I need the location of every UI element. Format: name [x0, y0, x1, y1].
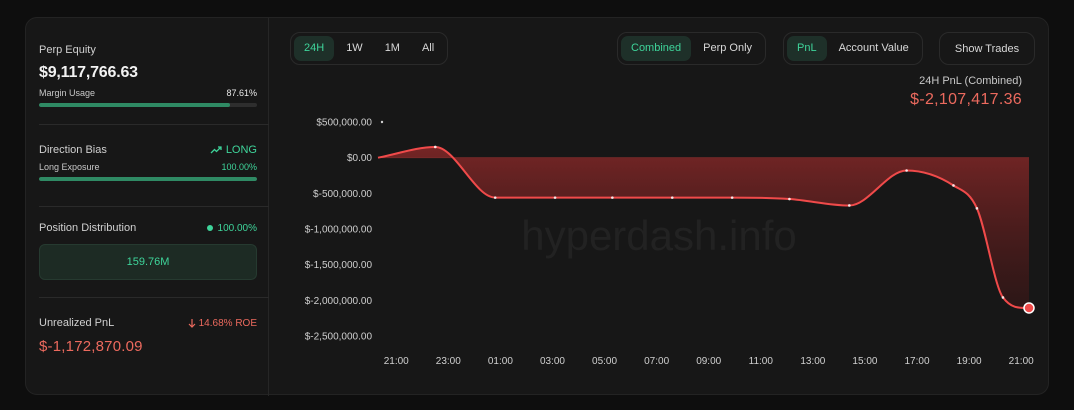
data-point: [433, 145, 437, 149]
y-tick-label: $-2,500,000.00: [305, 332, 373, 343]
pnl-chart[interactable]: hyperdash.info $500,000.00 $0.00 $-500,000…: [26, 18, 1050, 396]
x-tick-label: 23:00: [436, 356, 461, 367]
watermark: hyperdash.info: [521, 212, 797, 259]
x-tick-label: 21:00: [1009, 356, 1034, 367]
x-tick-label: 19:00: [957, 356, 982, 367]
data-point: [670, 196, 674, 199]
x-tick-label: 07:00: [644, 356, 669, 367]
y-tick-label: $-1,500,000.00: [305, 260, 373, 271]
y-tick-label: $-2,000,000.00: [305, 296, 373, 307]
x-tick-label: 03:00: [540, 356, 565, 367]
data-point: [975, 207, 979, 210]
data-point: [730, 196, 734, 199]
x-tick-label: 21:00: [384, 356, 409, 367]
y-tick-label: $-500,000.00: [313, 189, 372, 200]
y-tick-label: $500,000.00: [316, 118, 372, 129]
data-point: [952, 184, 955, 187]
data-point: [493, 196, 497, 199]
pnl-card: Perp Equity $9,117,766.63 Margin Usage 8…: [25, 17, 1050, 396]
x-tick-label: 05:00: [592, 356, 617, 367]
data-point: [848, 204, 851, 207]
y-tick-label: $0.00: [347, 153, 372, 164]
x-tick-label: 09:00: [696, 356, 721, 367]
data-point: [788, 197, 791, 201]
x-tick-label: 11:00: [749, 356, 774, 367]
x-tick-label: 01:00: [488, 356, 513, 367]
x-tick-label: 15:00: [852, 356, 877, 367]
data-point: [611, 196, 614, 199]
x-tick-label: 13:00: [800, 356, 825, 367]
axis-marker-dot: [380, 120, 384, 124]
data-point: [553, 196, 557, 199]
current-value-marker[interactable]: [1023, 302, 1035, 314]
data-point: [1001, 296, 1005, 299]
data-point: [905, 169, 908, 172]
x-tick-label: 17:00: [905, 356, 930, 367]
y-tick-label: $-1,000,000.00: [305, 225, 373, 236]
